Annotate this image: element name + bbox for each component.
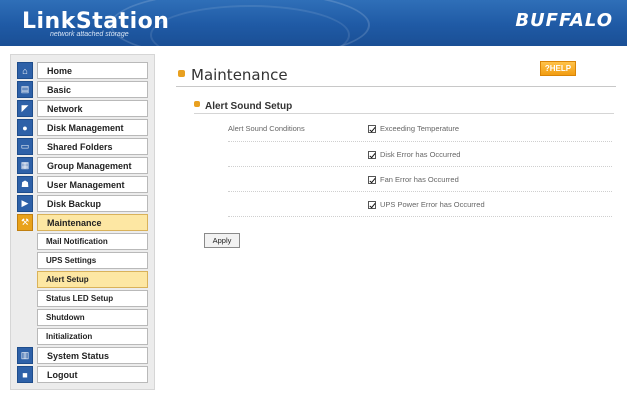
- bullet-icon: [178, 70, 185, 77]
- subnav-item-label[interactable]: UPS Settings: [37, 252, 148, 269]
- basic-icon: ▤: [17, 81, 33, 98]
- sidebar-item-label[interactable]: Network: [37, 100, 148, 117]
- sidebar-item-group-management[interactable]: ▦ Group Management: [17, 156, 148, 175]
- group-icon: ▦: [17, 157, 33, 174]
- subnav-item-mail-notification[interactable]: Mail Notification: [17, 232, 148, 251]
- subnav-item-alert-setup[interactable]: Alert Setup: [17, 270, 148, 289]
- product-tagline: network attached storage: [50, 31, 129, 38]
- subnav-item-label[interactable]: Alert Setup: [37, 271, 148, 288]
- sidebar-item-system-status[interactable]: ▥ System Status: [17, 346, 148, 365]
- sidebar-item-disk-management[interactable]: ● Disk Management: [17, 118, 148, 137]
- status-icon: ▥: [17, 347, 33, 364]
- section-title: Alert Sound Setup: [194, 101, 292, 112]
- subnav-item-label[interactable]: Shutdown: [37, 309, 148, 326]
- user-icon: ☗: [17, 176, 33, 193]
- page-title: Maintenance: [178, 66, 288, 84]
- sidebar-item-disk-backup[interactable]: ▶ Disk Backup: [17, 194, 148, 213]
- condition-label: Exceeding Temperature: [380, 124, 460, 133]
- condition-row: UPS Power Error has Occurred: [228, 192, 612, 217]
- sidebar-item-network[interactable]: ◤ Network: [17, 99, 148, 118]
- subnav-item-label[interactable]: Status LED Setup: [37, 290, 148, 307]
- condition-label: UPS Power Error has Occurred: [380, 200, 485, 209]
- subnav-item-ups-settings[interactable]: UPS Settings: [17, 251, 148, 270]
- logout-icon: ■: [17, 366, 33, 383]
- sidebar-item-home[interactable]: ⌂ Home: [17, 61, 148, 80]
- bullet-icon: [194, 101, 200, 108]
- condition-option[interactable]: Exceeding Temperature: [368, 124, 459, 133]
- page-title-text: Maintenance: [191, 66, 288, 84]
- network-icon: ◤: [17, 100, 33, 117]
- subnav-item-initialization[interactable]: Initialization: [17, 327, 148, 346]
- home-icon: ⌂: [17, 62, 33, 79]
- checkbox-checked-icon[interactable]: [368, 175, 376, 184]
- checkbox-checked-icon[interactable]: [368, 200, 376, 209]
- sidebar-item-label[interactable]: Shared Folders: [37, 138, 148, 155]
- subnav-item-label[interactable]: Mail Notification: [37, 233, 148, 250]
- checkbox-checked-icon[interactable]: [368, 150, 376, 159]
- condition-label: Fan Error has Occurred: [380, 175, 459, 184]
- sidebar-item-label[interactable]: Maintenance: [37, 214, 148, 231]
- checkbox-checked-icon[interactable]: [368, 124, 376, 133]
- sidebar-item-label[interactable]: Basic: [37, 81, 148, 98]
- subnav-item-label[interactable]: Initialization: [37, 328, 148, 345]
- header-banner: LinkStation network attached storage BUF…: [0, 0, 627, 46]
- sidebar-item-shared-folders[interactable]: ▭ Shared Folders: [17, 137, 148, 156]
- condition-option[interactable]: Disk Error has Occurred: [368, 150, 460, 159]
- sidebar-item-label[interactable]: Disk Management: [37, 119, 148, 136]
- sidebar-item-label[interactable]: Logout: [37, 366, 148, 383]
- divider: [194, 113, 614, 114]
- divider: [176, 86, 616, 87]
- sidebar-item-maintenance[interactable]: ⚒ Maintenance: [17, 213, 148, 232]
- disk-icon: ●: [17, 119, 33, 136]
- condition-row: Fan Error has Occurred: [228, 167, 612, 192]
- condition-option[interactable]: Fan Error has Occurred: [368, 175, 459, 184]
- sidebar-item-label[interactable]: System Status: [37, 347, 148, 364]
- sidebar-item-label[interactable]: Group Management: [37, 157, 148, 174]
- sidebar-item-user-management[interactable]: ☗ User Management: [17, 175, 148, 194]
- sidebar-item-label[interactable]: Disk Backup: [37, 195, 148, 212]
- backup-icon: ▶: [17, 195, 33, 212]
- wrench-icon: ⚒: [17, 214, 33, 231]
- sidebar-item-label[interactable]: User Management: [37, 176, 148, 193]
- subnav-item-status-led-setup[interactable]: Status LED Setup: [17, 289, 148, 308]
- folder-icon: ▭: [17, 138, 33, 155]
- sidebar-item-basic[interactable]: ▤ Basic: [17, 80, 148, 99]
- subnav-item-shutdown[interactable]: Shutdown: [17, 308, 148, 327]
- main-content: Maintenance ?HELP Alert Sound Setup Aler…: [168, 54, 618, 390]
- condition-row: Exceeding Temperature: [228, 117, 612, 142]
- condition-row: Disk Error has Occurred: [228, 142, 612, 167]
- condition-option[interactable]: UPS Power Error has Occurred: [368, 200, 485, 209]
- sidebar-item-logout[interactable]: ■ Logout: [17, 365, 148, 384]
- condition-label: Disk Error has Occurred: [380, 150, 461, 159]
- apply-button[interactable]: Apply: [204, 233, 240, 248]
- sidebar-nav: ⌂ Home ▤ Basic ◤ Network ● Disk Manageme…: [10, 54, 155, 390]
- sidebar-item-label[interactable]: Home: [37, 62, 148, 79]
- section-title-text: Alert Sound Setup: [205, 101, 293, 112]
- brand-logo: BUFFALO: [515, 10, 613, 31]
- help-button[interactable]: ?HELP: [540, 61, 576, 76]
